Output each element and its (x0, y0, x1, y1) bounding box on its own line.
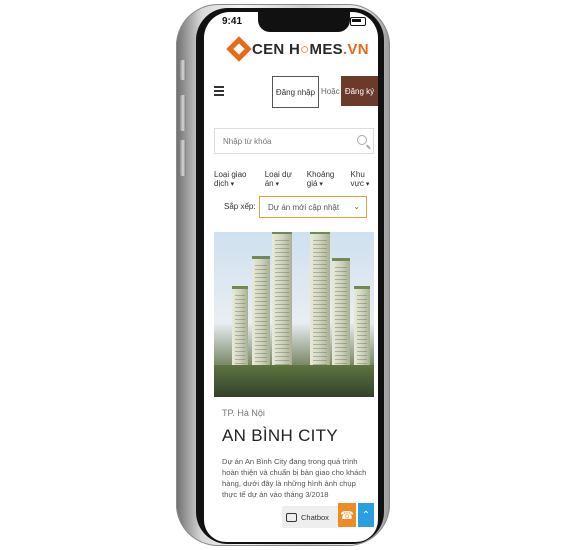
login-button[interactable]: Đăng nhập (272, 76, 319, 108)
site-logo[interactable]: CEN H○MES.VN (226, 36, 369, 62)
phone-side-button (180, 95, 186, 131)
logo-mark-icon (226, 36, 252, 62)
filter-bar: Loại giao dịch Loại dự án Khoảng giá Khu… (214, 170, 378, 188)
filter-area[interactable]: Khu vực (351, 170, 378, 188)
logo-text: CEN H○MES.VN (252, 40, 369, 58)
building-illustration (272, 232, 292, 369)
building-illustration (332, 258, 350, 369)
listing-description: Dự án An Bình City đang trong quá trình … (222, 457, 367, 499)
filter-project-type[interactable]: Loại dự án (265, 170, 299, 188)
phone-side-button (180, 140, 186, 176)
or-label: Hoặc (321, 87, 340, 96)
listing-title[interactable]: AN BÌNH CITY (222, 426, 338, 446)
phone-icon[interactable]: ☎ (338, 503, 356, 527)
listing-photo[interactable] (214, 232, 374, 397)
listing-location: TP. Hà Nội (222, 408, 265, 418)
phone-side-button (180, 60, 186, 80)
notch (258, 12, 350, 32)
building-illustration (354, 286, 370, 369)
chevron-down-icon: ⌄ (353, 202, 360, 211)
chatbox-button[interactable]: Chatbox (282, 506, 338, 528)
chevron-up-icon[interactable]: ⌃ (358, 503, 374, 527)
search-input[interactable] (221, 129, 355, 153)
phone-screen: 9:41 CEN H○MES.VN Đăng nhập Hoặc Đăng ký… (204, 12, 378, 542)
building-illustration (232, 286, 248, 369)
building-illustration (310, 232, 330, 369)
hamburger-icon[interactable] (214, 86, 224, 98)
register-button[interactable]: Đăng ký (341, 76, 378, 106)
filter-price-range[interactable]: Khoảng giá (307, 170, 343, 188)
search-icon[interactable] (357, 135, 367, 145)
chatbox-label: Chatbox (301, 512, 329, 522)
building-illustration (252, 256, 270, 369)
sort-label: Sắp xếp: (224, 202, 256, 211)
filter-transaction-type[interactable]: Loại giao dịch (214, 170, 257, 188)
chat-icon (286, 512, 297, 522)
search-box (214, 128, 374, 154)
sort-select[interactable]: Dự án mới cập nhật ⌄ (259, 196, 367, 218)
ground-illustration (214, 365, 374, 397)
status-time: 9:41 (222, 16, 243, 27)
sort-selected-value: Dự án mới cập nhật (268, 203, 340, 212)
battery-icon (350, 17, 366, 26)
